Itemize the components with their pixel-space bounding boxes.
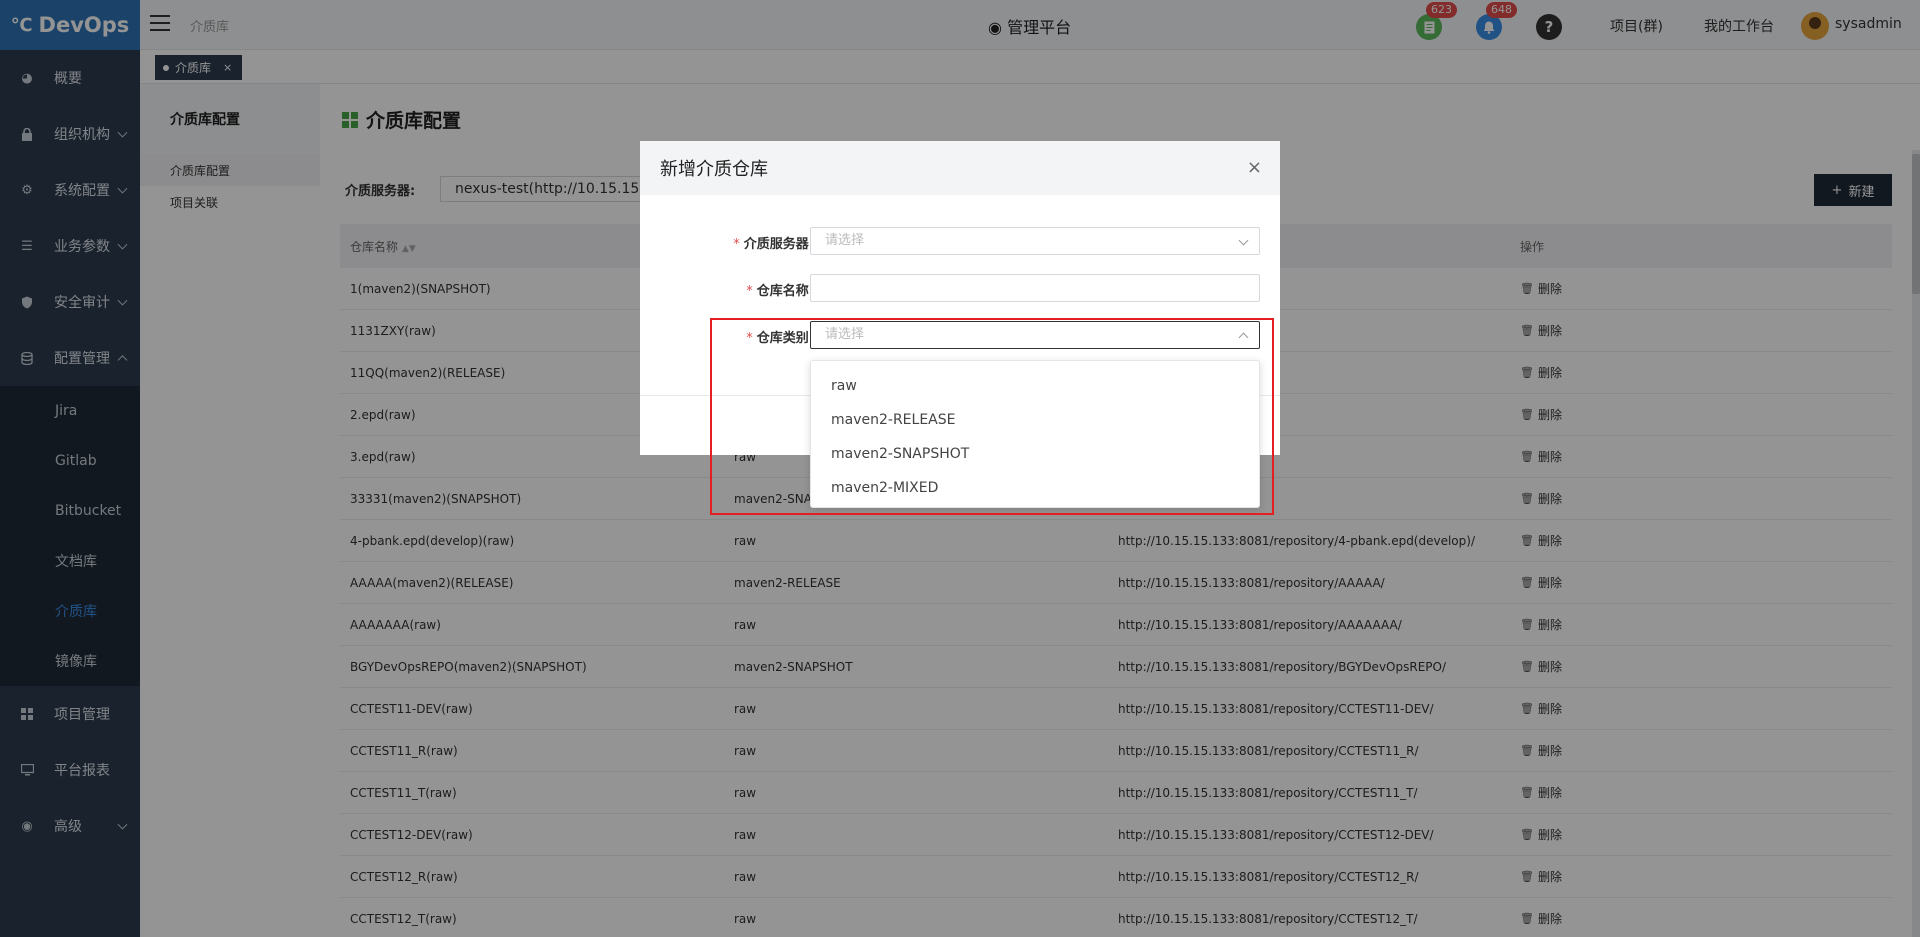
form-row-media-server: * 介质服务器: 请选择 [640, 227, 1280, 255]
highlight-box [710, 318, 1274, 515]
chevron-down-icon [1238, 235, 1249, 246]
media-server-label: * 介质服务器: [733, 237, 814, 252]
repo-name-input[interactable] [810, 274, 1260, 302]
close-icon[interactable]: × [1247, 157, 1262, 178]
form-row-repo-name: * 仓库名称: [640, 274, 1280, 302]
media-server-select[interactable]: 请选择 [810, 227, 1260, 255]
repo-name-label: * 仓库名称: [746, 284, 814, 299]
dialog-title: 新增介质仓库 [640, 141, 1280, 195]
